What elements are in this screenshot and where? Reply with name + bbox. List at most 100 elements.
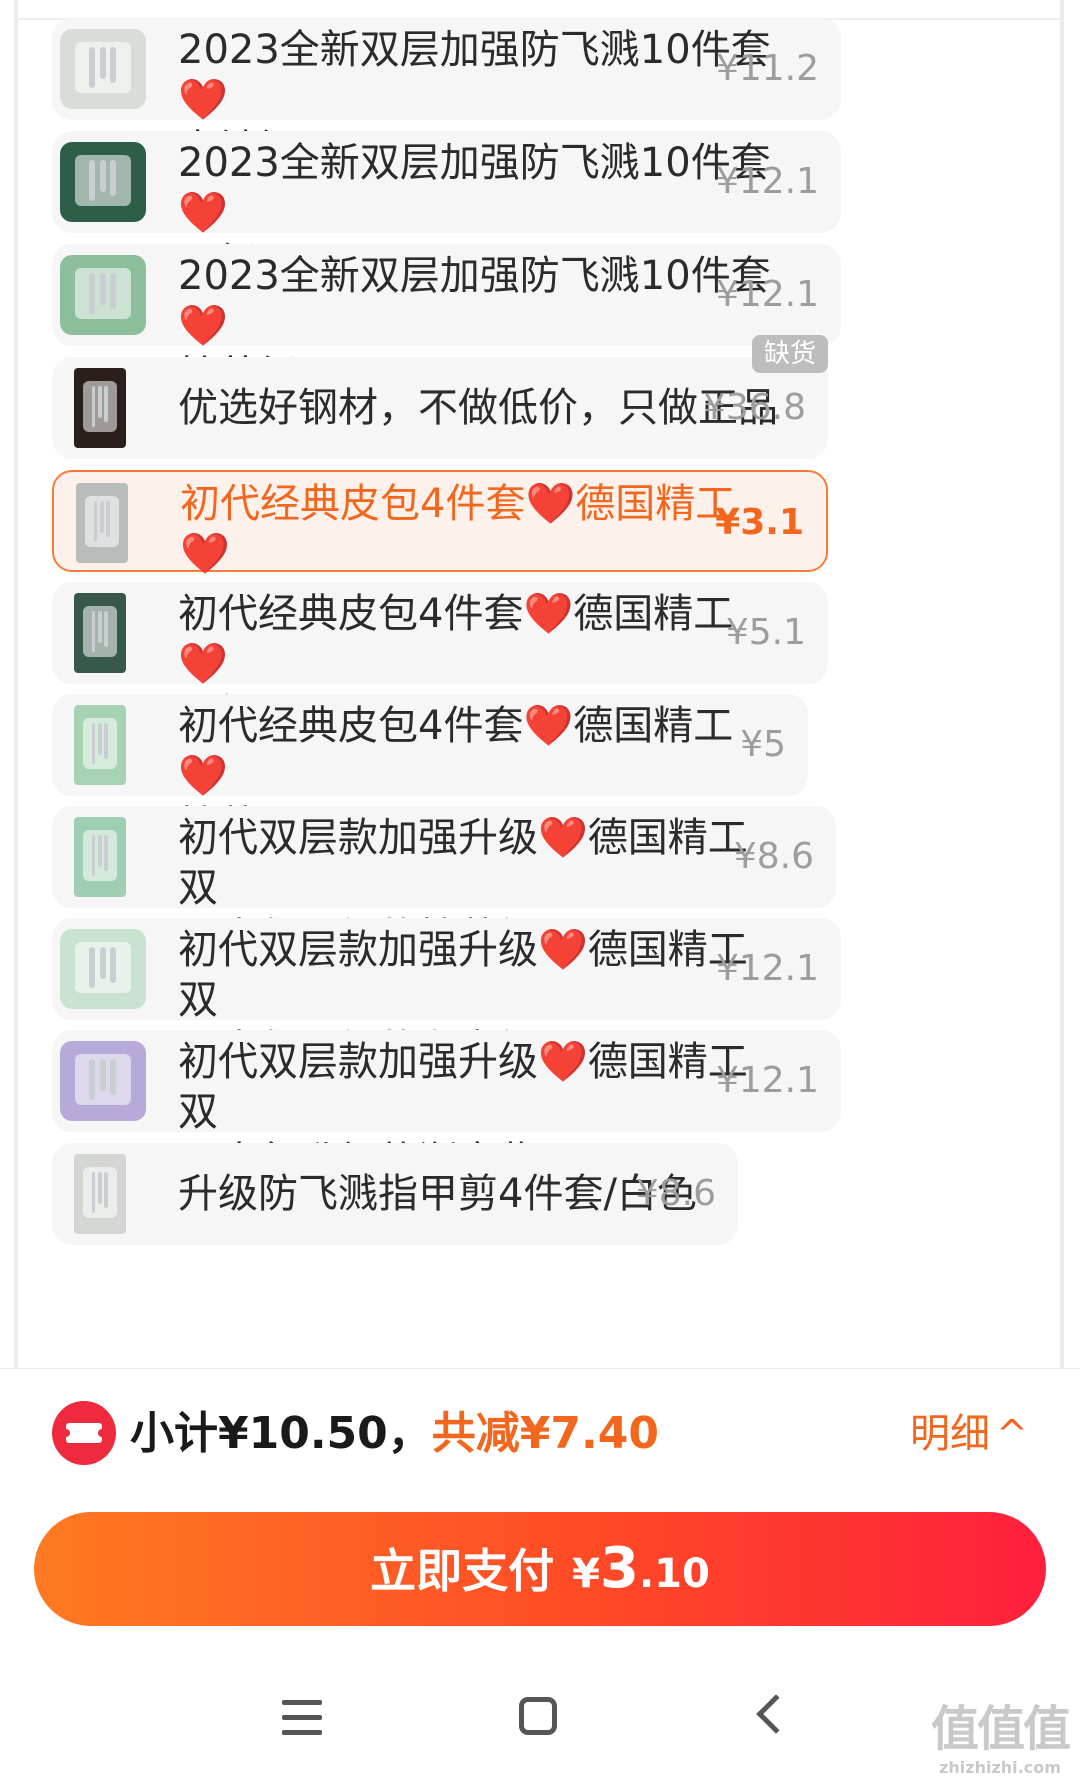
sku-thumbnail [74, 593, 126, 673]
sku-picker-screen: 2023全新双层加强防飞溅10件套❤️电镀银.¥11.22023全新双层加强防飞… [0, 0, 1080, 1790]
sku-option[interactable]: 初代经典皮包4件套❤️德国精工❤️白色.¥3.1 [52, 470, 828, 627]
sku-name-part: 初代经典皮包4件套 [180, 481, 526, 527]
sku-option[interactable]: 初代经典皮包4件套❤️德国精工❤️墨绿.¥5.1 [52, 582, 828, 737]
home-icon[interactable] [498, 1682, 578, 1752]
sku-name-part: 初代经典皮包4件套 [178, 703, 524, 749]
watermark-site: zhizhizhi.com [939, 1758, 1061, 1777]
heart-icon: ❤️ [178, 303, 228, 349]
sku-name-part: 优选好钢材，不做低价，只做正品 [178, 385, 778, 431]
sku-option[interactable]: 2023全新双层加强防飞溅10件套❤️抹茶绿.¥12.1 [52, 244, 841, 399]
sku-option[interactable]: 2023全新双层加强防飞溅10件套❤️电镀银.¥11.2 [52, 18, 841, 173]
sku-name-part: 德国精工 [575, 481, 736, 527]
thumbnail-tool [97, 1171, 102, 1204]
thumbnail-tool [91, 722, 96, 765]
sku-thumbnail [74, 1154, 126, 1234]
thumbnail-tool [89, 1058, 96, 1101]
watermark-logo: 值值值 [930, 1701, 1071, 1757]
sku-thumbnail [76, 483, 128, 563]
sku-option[interactable]: 初代经典皮包4件套❤️德国精工❤️抹茶.¥5 [52, 694, 808, 849]
thumbnail-tool [109, 46, 116, 84]
pay-now-button[interactable]: 立即支付 ¥3.10 [34, 1512, 1046, 1626]
home-square [519, 1697, 557, 1735]
sku-name-part: 德国精工 [573, 703, 734, 749]
pay-currency: ¥ [572, 1551, 600, 1597]
sku-thumbnail [60, 142, 146, 222]
discount-amount: 共减¥7.40 [431, 1408, 659, 1459]
thumbnail-tool [89, 946, 96, 989]
panel-border-right [1060, 0, 1064, 1368]
heart-icon: ❤️ [538, 815, 588, 861]
coupon-icon [52, 1401, 116, 1465]
heart-icon: ❤️ [178, 753, 228, 799]
thumbnail-tool [104, 722, 108, 760]
sku-option[interactable]: 初代双层款加强升级❤️德国精工双层皮包升级款抹茶绿.¥8.6 [52, 806, 836, 961]
sku-option[interactable]: 初代双层款加强升级❤️德国精工双层皮包升级款渐变绿¥12.1 [52, 918, 841, 1073]
thumbnail-tool [97, 385, 102, 418]
details-toggle[interactable]: 明细 ^ [910, 1409, 1028, 1459]
thumbnail-tool [91, 1171, 96, 1214]
details-label: 明细 [910, 1411, 990, 1457]
back-icon[interactable] [732, 1682, 812, 1752]
thumbnail-tool [109, 159, 116, 197]
heart-icon: ❤️ [180, 531, 230, 577]
sku-list[interactable]: 2023全新双层加强防飞溅10件套❤️电镀银.¥11.22023全新双层加强防飞… [0, 0, 1080, 1368]
out-of-stock-badge: 缺货 [751, 335, 828, 373]
thumbnail-tool [99, 46, 106, 79]
sku-name-part: 德国精工 [573, 591, 734, 637]
heart-icon: ❤️ [525, 481, 576, 527]
sku-thumbnail [60, 29, 146, 109]
sku-price: ¥12.1 [715, 948, 819, 989]
menu-line [282, 1700, 322, 1705]
sku-thumbnail [74, 368, 126, 448]
heart-icon: ❤️ [538, 927, 588, 973]
thumbnail-tool [104, 1171, 108, 1209]
heart-icon: ❤️ [523, 591, 574, 637]
heart-icon: ❤️ [178, 190, 228, 236]
thumbnail-tool [109, 946, 116, 984]
sku-name-part: 初代双层款加强升级 [178, 815, 538, 861]
sku-name-part: 2023全新双层加强防飞溅10件套 [178, 27, 771, 73]
thumbnail-tool [99, 1058, 106, 1091]
thumbnail-tool [109, 1058, 116, 1096]
heart-icon: ❤️ [178, 77, 228, 123]
thumbnail-tool [106, 500, 110, 538]
watermark: 值值值 zhizhizhi.com [930, 1700, 1071, 1778]
sku-name-part: 初代双层款加强升级 [178, 1039, 538, 1085]
sku-option[interactable]: 升级防飞溅指甲剪4件套/白色 ¥8.6 [52, 1143, 738, 1245]
thumbnail-tool [91, 834, 96, 877]
heart-icon: ❤️ [538, 1039, 588, 1085]
sku-price: ¥8.6 [733, 836, 814, 877]
thumbnail-tool [104, 385, 108, 423]
sku-price: ¥3.1 [715, 502, 804, 543]
thumbnail-tool [99, 159, 106, 192]
menu-icon[interactable] [262, 1682, 342, 1752]
sku-option[interactable]: 2023全新双层加强防飞溅10件套❤️墨绿.¥12.1 [52, 131, 841, 286]
thumbnail-tool [97, 834, 102, 867]
sku-price: ¥12.1 [715, 274, 819, 315]
thumbnail-tool [97, 722, 102, 755]
thumbnail-tool [89, 46, 96, 89]
heart-icon: ❤️ [523, 703, 574, 749]
menu-line [282, 1715, 322, 1720]
sku-thumbnail [60, 255, 146, 335]
subtotal-amount: 小计¥10.50， [130, 1408, 432, 1459]
sku-thumbnail [60, 1041, 146, 1121]
thumbnail-tool [89, 272, 96, 315]
sku-name: 优选好钢材，不做低价，只做正品 [178, 383, 778, 433]
thumbnail-tool [99, 946, 106, 979]
thumbnail-tool [99, 500, 104, 533]
sku-price: ¥12.1 [715, 1060, 819, 1101]
system-navigation-bar [0, 1640, 1080, 1790]
pay-now-label: 立即支付 [370, 1544, 555, 1598]
thumbnail-tool [97, 610, 102, 643]
coupon-notch-right [98, 1429, 106, 1437]
thumbnail-tool [91, 610, 96, 653]
sku-price: ¥36.8 [702, 387, 806, 428]
thumbnail-tool [93, 500, 98, 543]
thumbnail-tool [91, 385, 96, 428]
thumbnail-tool [104, 834, 108, 872]
thumbnail-tool [109, 272, 116, 310]
sku-option[interactable]: 初代双层款加强升级❤️德国精工双层皮包升级款渐变紫¥12.1 [52, 1030, 841, 1185]
coupon-ticket-shape [66, 1423, 102, 1443]
sku-option[interactable]: 优选好钢材，不做低价，只做正品 ¥36.8 缺货 [52, 335, 828, 459]
